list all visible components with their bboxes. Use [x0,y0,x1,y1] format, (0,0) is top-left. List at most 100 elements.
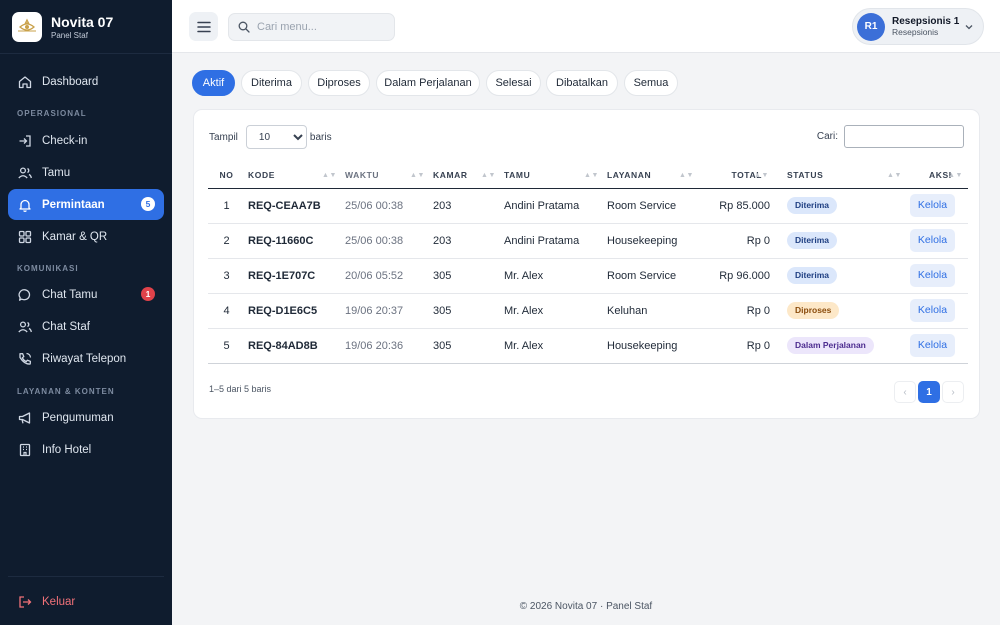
permintaan-count-badge: 5 [141,197,155,211]
sidebar-item-label: Chat Staf [42,320,90,333]
page-length-control: Tampil 10 baris [209,125,332,149]
menu-search-input[interactable] [257,21,387,33]
logout-button[interactable]: Keluar [17,594,75,610]
table-row: 4 REQ-D1E6C5 19/06 20:37 305 Mr. Alex Keluhan… [208,293,968,329]
sort-icon: ▲▼ [321,172,337,179]
table-row: 3 REQ-1E707C 20/06 05:52 305 Mr. Alex Room Se… [208,258,968,294]
sidebar-item-kamar-qr[interactable]: Kamar & QR [8,221,164,252]
column-header-status[interactable]: STATUS ▲▼ [774,163,907,189]
cell-time: 19/06 20:36 [342,328,430,364]
sidebar-item-chat-staf[interactable]: Chat Staf [8,311,164,342]
column-header-kode[interactable]: KODE ▲▼ [245,163,342,189]
brand-subtitle: Panel Staf [51,30,88,40]
brand: Novita 07 Panel Staf [0,0,172,54]
bell-icon [19,199,31,212]
page-length-select[interactable]: 10 [245,125,307,149]
cell-code: REQ-1E707C [245,258,342,294]
cell-time: 19/06 20:37 [342,293,430,329]
cell-action: Kelola [907,258,968,294]
table-search-input[interactable] [844,125,964,148]
tab-aktif[interactable]: Aktif [192,70,235,96]
sidebar-item-tamu[interactable]: Tamu [8,157,164,188]
cell-no: 5 [208,328,245,364]
pagination-prev-button[interactable]: ‹ [894,381,916,403]
cell-code: REQ-D1E6C5 [245,293,342,329]
search-icon [238,21,250,33]
cell-time: 25/06 00:38 [342,188,430,224]
column-header-tamu[interactable]: TAMU ▲▼ [501,163,604,189]
sidebar-item-chat-tamu[interactable]: Chat Tamu 1 [8,279,164,310]
sidebar-item-check-in[interactable]: Check-in [8,125,164,156]
sidebar-item-info-hotel[interactable]: Info Hotel [8,434,164,465]
cell-room: 305 [430,293,501,329]
tab-dalam-perjalanan[interactable]: Dalam Perjalanan [376,70,480,96]
column-header-kamar[interactable]: KAMAR ▲▼ [430,163,501,189]
sidebar-item-label: Check-in [42,134,88,147]
sidebar-item-riwayat-telepon[interactable]: Riwayat Telepon [8,343,164,374]
cell-total: Rp 0 [699,328,774,364]
cell-guest: Mr. Alex [501,258,604,294]
phone-icon [19,352,32,365]
column-header-aksi[interactable]: AKSI ▲▼ [907,163,968,189]
hotel-logo-icon [12,11,42,42]
section-title-komunikasi: KOMUNIKASI [17,264,79,273]
sidebar-item-label: Permintaan [42,198,105,211]
kelola-button[interactable]: Kelola [910,264,955,287]
sort-icon: ▲▼ [409,172,425,179]
sidebar-item-pengumuman[interactable]: Pengumuman [8,402,164,433]
column-header-total[interactable]: TOTAL ▲▼ [699,163,774,189]
cell-status: Diterima [774,188,907,224]
pagination-page-button[interactable]: 1 [918,381,940,403]
requests-card: Tampil 10 baris Cari: NO KODE ▲▼ WAKTU ▲▼ … [193,109,980,419]
kelola-button[interactable]: Kelola [910,194,955,217]
kelola-button[interactable]: Kelola [910,299,955,322]
chat-icon [18,288,31,301]
user-role: Resepsionis [892,26,939,37]
footer: © 2026 Novita 07 · Panel Staf [519,601,653,612]
cell-total: Rp 85.000 [699,188,774,224]
requests-table: NO KODE ▲▼ WAKTU ▲▼ KAMAR ▲▼ TAMU ▲▼ LAYANAN… [208,163,968,364]
cell-time: 20/06 05:52 [342,258,430,294]
sidebar-item-permintaan[interactable]: Permintaan 5 [8,189,164,220]
tab-dibatalkan[interactable]: Dibatalkan [546,70,618,96]
cell-status: Diproses [774,293,907,329]
cell-status: Dalam Perjalanan [774,328,907,364]
tab-diterima[interactable]: Diterima [241,70,302,96]
cell-action: Kelola [907,328,968,364]
pagination-next-button[interactable]: › [942,381,964,403]
cell-room: 203 [430,223,501,259]
tab-diproses[interactable]: Diproses [308,70,370,96]
kelola-button[interactable]: Kelola [910,229,955,252]
status-badge: Diterima [787,197,838,214]
status-badge: Diterima [787,267,838,284]
menu-toggle-button[interactable] [189,12,218,41]
page-length-label: Tampil [209,131,238,143]
cell-guest: Andini Pratama [501,223,604,259]
sidebar-item-label: Dashboard [42,75,99,88]
login-icon [19,134,31,147]
sidebar-item-label: Pengumuman [42,411,114,424]
building-icon [19,443,31,456]
column-header-layanan[interactable]: LAYANAN ▲▼ [604,163,699,189]
column-header-waktu[interactable]: WAKTU ▲▼ [342,163,430,189]
cell-room: 203 [430,188,501,224]
users-icon [18,166,32,178]
cell-service: Room Service [604,188,699,224]
cell-no: 3 [208,258,245,294]
cell-no: 1 [208,188,245,224]
tab-selesai[interactable]: Selesai [486,70,541,96]
sort-icon: ▲▼ [886,172,902,179]
user-menu[interactable]: R1 Resepsionis 1 Resepsionis [852,8,984,45]
column-header-no[interactable]: NO [208,163,245,189]
sidebar-item-dashboard[interactable]: Dashboard [8,66,164,97]
topbar: R1 Resepsionis 1 Resepsionis [172,0,1000,53]
cell-service: Room Service [604,258,699,294]
users-icon [18,320,32,332]
kelola-button[interactable]: Kelola [910,334,955,357]
tab-semua[interactable]: Semua [624,70,678,96]
cell-guest: Mr. Alex [501,293,604,329]
grid-icon [18,230,32,243]
user-name: Resepsionis 1 [892,15,960,27]
status-badge: Diterima [787,232,838,249]
sidebar-item-label: Info Hotel [42,443,92,456]
